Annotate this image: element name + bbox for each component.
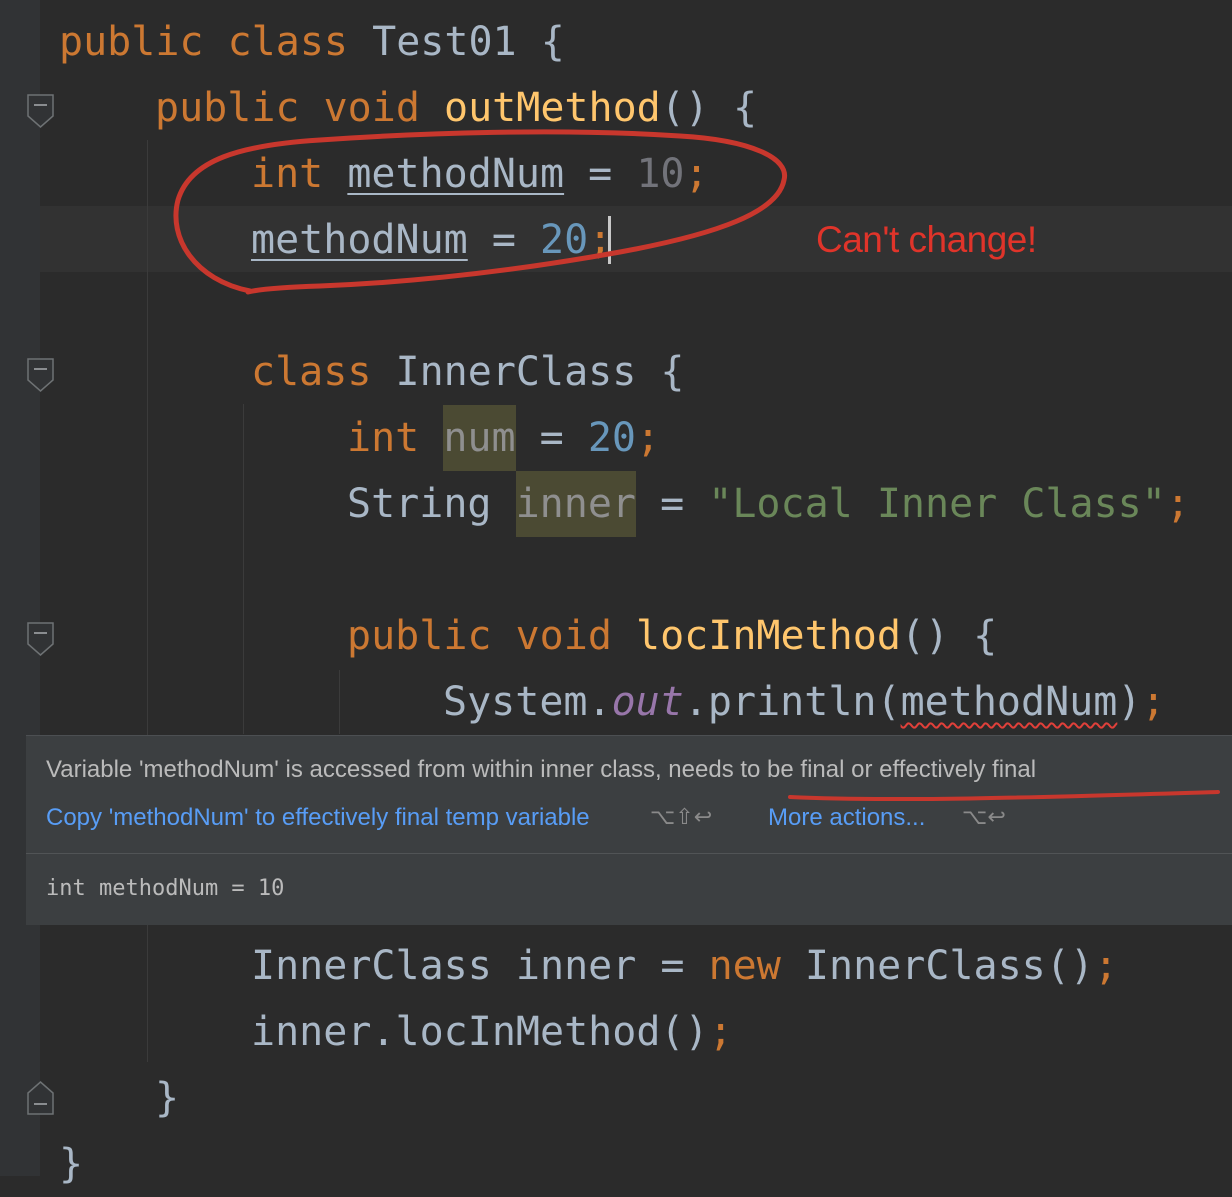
keyword-void: void [515, 613, 612, 659]
open-brace: { [636, 349, 685, 395]
keyword-class: class [227, 19, 349, 65]
type-string: String [347, 481, 492, 527]
popup-divider [26, 853, 1232, 854]
code-line-new-inner[interactable]: InnerClass inner = new InnerClass(); [251, 933, 1118, 999]
keyword-int: int [251, 151, 324, 197]
semicolon: ; [684, 151, 709, 197]
error-message: Variable 'methodNum' is accessed from wi… [46, 756, 1037, 783]
method-params: () { [900, 613, 998, 659]
code-line-out-method[interactable]: public void outMethod() { [155, 75, 757, 141]
variable-method-num: methodNum [347, 151, 565, 197]
fold-marker-icon[interactable] [27, 94, 54, 128]
close-paren: ) [1117, 679, 1142, 725]
keyword-public: public [59, 19, 204, 65]
copy-to-temp-variable-action[interactable]: Copy 'methodNum' to effectively final te… [46, 804, 634, 832]
text-cursor [608, 216, 611, 264]
close-brace: } [59, 1141, 84, 1187]
constructor-call: InnerClass() [780, 943, 1094, 989]
method-call: inner.locInMethod() [251, 1009, 709, 1055]
keyword-void: void [323, 85, 420, 131]
code-line-method-num-declaration[interactable]: int methodNum = 10; [251, 141, 709, 207]
fold-marker-icon[interactable] [27, 358, 54, 392]
class-name: InnerClass [395, 349, 637, 395]
keyword-int: int [347, 415, 420, 461]
copy-action-shortcut: ⌥⇧↩ [650, 804, 713, 829]
close-brace: } [155, 1075, 180, 1121]
keyword-new: new [708, 943, 781, 989]
code-line-println[interactable]: System.out.println(methodNum); [443, 669, 1166, 735]
unused-field-num: num [443, 405, 516, 471]
static-field-out: out [611, 679, 684, 725]
unused-field-inner: inner [515, 471, 637, 537]
assign-operator: = [467, 217, 540, 263]
variable-method-num: methodNum [251, 217, 468, 263]
code-line-field-num[interactable]: int num = 20; [347, 405, 660, 471]
number-literal: 20 [587, 415, 637, 461]
semicolon: ; [1093, 943, 1118, 989]
inspection-popup: Variable 'methodNum' is accessed from wi… [26, 735, 1232, 925]
semicolon: ; [708, 1009, 733, 1055]
code-line-class-declaration[interactable]: public class Test01 { [59, 9, 565, 75]
more-actions-shortcut: ⌥↩ [962, 804, 1006, 829]
current-line-highlight [40, 206, 1232, 272]
more-actions-link[interactable]: More actions... [768, 804, 925, 832]
keyword-public: public [155, 85, 300, 131]
code-line-close-method[interactable]: } [155, 1065, 179, 1131]
annotation-cant-change: Can't change! [816, 219, 1037, 260]
fold-marker-icon[interactable] [27, 622, 54, 656]
open-brace: { [516, 19, 565, 65]
semicolon: ; [1165, 481, 1190, 527]
semicolon: ; [636, 415, 661, 461]
string-literal: "Local Inner Class" [708, 481, 1166, 527]
fold-marker-icon[interactable] [27, 1081, 54, 1115]
method-name: outMethod [444, 85, 661, 131]
code-line-close-class[interactable]: } [59, 1131, 83, 1197]
number-literal: 10 [636, 151, 685, 197]
class-name: Test01 [372, 19, 517, 65]
keyword-public: public [347, 613, 492, 659]
number-literal: 20 [540, 217, 589, 263]
code-line-inner-class[interactable]: class InnerClass { [251, 339, 685, 405]
assign-operator: = [515, 415, 588, 461]
type-inner-class: InnerClass [251, 943, 492, 989]
semicolon: ; [1141, 679, 1166, 725]
keyword-class: class [251, 349, 372, 395]
assign-operator: = [564, 151, 637, 197]
code-line-field-inner[interactable]: String inner = "Local Inner Class"; [347, 471, 1190, 537]
variable-declaration-preview: int methodNum = 10 [46, 876, 285, 901]
method-params: () { [660, 85, 758, 131]
assign-operator: = [636, 481, 709, 527]
method-name: locInMethod [636, 613, 901, 659]
code-line-loc-in-method[interactable]: public void locInMethod() { [347, 603, 997, 669]
indent-guide [339, 670, 340, 734]
system-class: System. [443, 679, 612, 725]
editor-gutter [0, 0, 40, 1176]
println-call: .println( [683, 679, 901, 725]
indent-guide [243, 404, 244, 734]
code-line-call-loc[interactable]: inner.locInMethod(); [251, 999, 733, 1065]
error-variable-method-num[interactable]: methodNum [901, 679, 1118, 725]
code-line-method-num-assignment[interactable]: methodNum = 20; [251, 207, 612, 273]
variable-inner: inner = [491, 943, 709, 989]
